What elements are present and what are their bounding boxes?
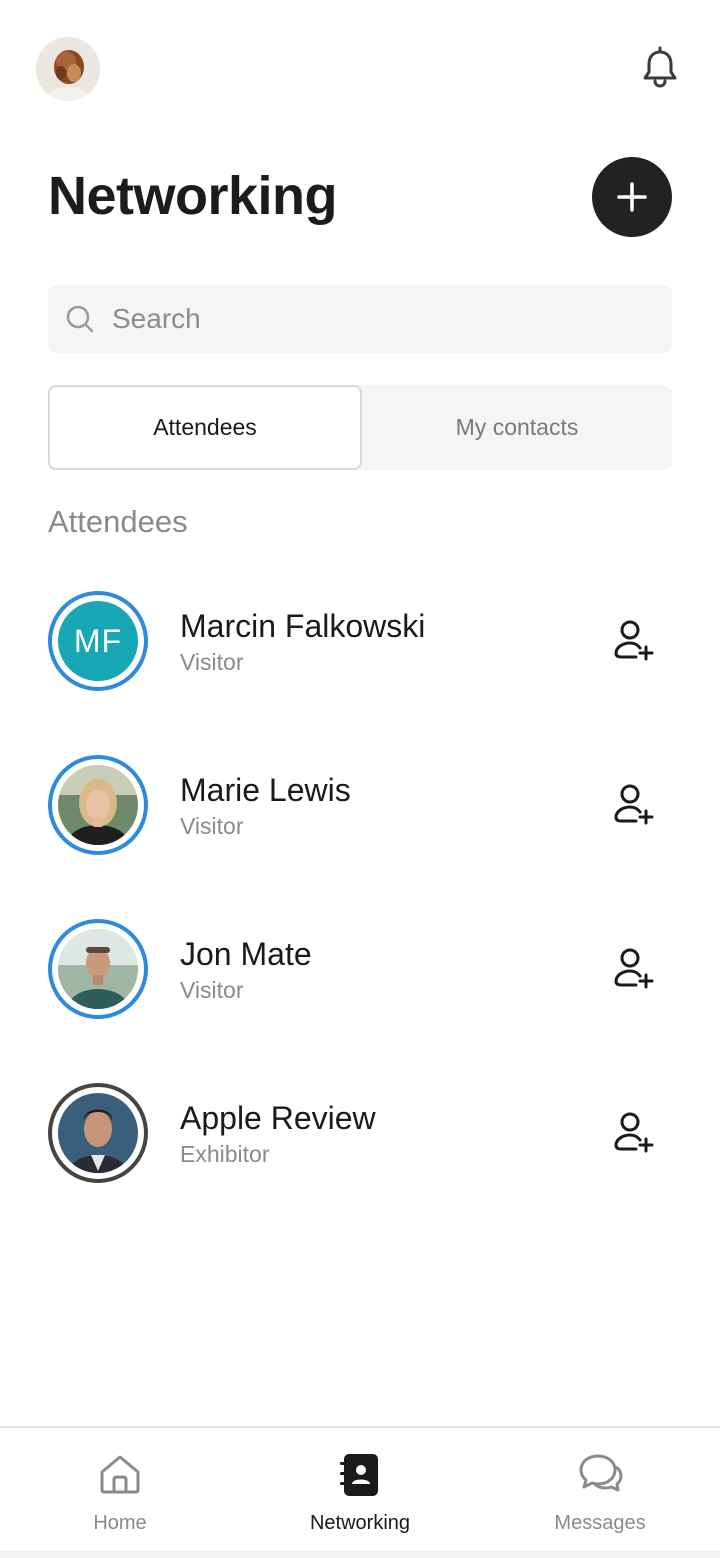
avatar-photo [58, 765, 138, 845]
plus-icon [617, 182, 647, 212]
attendee-name: Jon Mate [180, 936, 312, 972]
add-user-icon [614, 620, 654, 661]
tab-my-contacts[interactable]: My contacts [362, 385, 672, 470]
tab-attendees[interactable]: Attendees [48, 385, 362, 470]
bottom-nav: Home Networking Messages [0, 1426, 720, 1558]
profile-photo [36, 37, 100, 101]
profile-avatar[interactable] [36, 37, 100, 101]
segmented-tabs: Attendees My contacts [48, 385, 672, 470]
nav-messages-label: Messages [554, 1512, 646, 1534]
nav-home[interactable]: Home [0, 1428, 240, 1558]
search-bar [48, 285, 672, 353]
add-contact-button[interactable] [606, 943, 658, 995]
search-icon [66, 305, 94, 333]
top-bar [0, 0, 720, 140]
search-input[interactable] [112, 303, 652, 335]
notifications-bell-icon[interactable] [636, 44, 684, 92]
attendee-role: Exhibitor [180, 1141, 270, 1167]
section-heading: Attendees [48, 504, 188, 539]
nav-networking[interactable]: Networking [240, 1428, 480, 1558]
add-user-icon [614, 948, 654, 989]
bottom-edge [0, 1550, 720, 1558]
add-contact-button[interactable] [606, 779, 658, 831]
attendee-name: Apple Review [180, 1100, 376, 1136]
list-item[interactable]: Apple Review Exhibitor [0, 1052, 720, 1216]
attendee-name: Marie Lewis [180, 772, 351, 808]
attendee-role: Visitor [180, 977, 244, 1003]
add-contact-button[interactable] [606, 1107, 658, 1159]
avatar [48, 755, 148, 855]
attendee-role: Visitor [180, 813, 244, 839]
add-contact-button[interactable] [606, 615, 658, 667]
add-user-icon [614, 784, 654, 825]
nav-home-label: Home [93, 1512, 147, 1534]
avatar [48, 1083, 148, 1183]
contacts-book-icon [340, 1454, 378, 1496]
home-icon [100, 1455, 140, 1494]
add-button[interactable] [592, 157, 672, 237]
nav-messages[interactable]: Messages [480, 1428, 720, 1558]
avatar: MF [48, 591, 148, 691]
avatar-photo [58, 929, 138, 1009]
add-user-icon [614, 1112, 654, 1153]
list-item[interactable]: MF Marcin Falkowski Visitor [0, 560, 720, 724]
attendee-role: Visitor [180, 649, 244, 675]
list-item[interactable]: Marie Lewis Visitor [0, 724, 720, 888]
attendee-name: Marcin Falkowski [180, 608, 426, 644]
page-title: Networking [48, 166, 338, 226]
avatar-initials: MF [58, 601, 138, 681]
avatar-photo [58, 1093, 138, 1173]
chat-bubbles-icon [579, 1454, 623, 1492]
nav-networking-label: Networking [309, 1512, 411, 1534]
list-item[interactable]: Jon Mate Visitor [0, 888, 720, 1052]
avatar [48, 919, 148, 1019]
